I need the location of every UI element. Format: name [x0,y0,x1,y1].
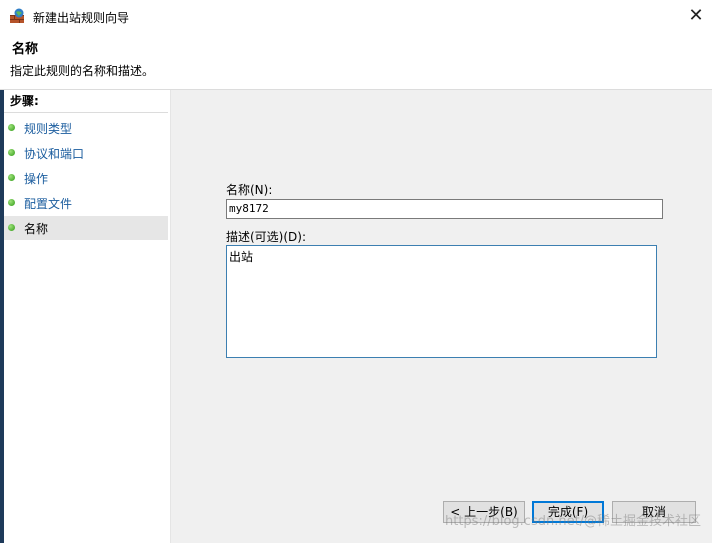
step-protocol-ports[interactable]: 协议和端口 [4,141,168,165]
steps-divider [4,112,168,113]
page-subtitle: 指定此规则的名称和描述。 [10,64,155,78]
title-bar: 新建出站规则向导 ✕ [0,0,712,32]
step-label: 协议和端口 [24,147,85,161]
description-input[interactable]: 出站 [226,245,657,358]
step-action[interactable]: 操作 [4,166,168,190]
step-rule-type[interactable]: 规则类型 [4,116,168,140]
description-label: 描述(可选)(D): [226,230,307,244]
close-icon[interactable]: ✕ [686,6,706,26]
step-status-icon [8,124,15,131]
step-status-icon [8,199,15,206]
step-status-icon [8,224,15,231]
step-profile[interactable]: 配置文件 [4,191,168,215]
page-title: 名称 [12,42,39,57]
step-status-icon [8,149,15,156]
step-name[interactable]: 名称 [4,216,168,240]
step-label: 操作 [24,172,49,186]
firewall-wizard-icon [10,8,24,23]
name-input[interactable]: my8172 [226,199,663,219]
name-label: 名称(N): [226,183,273,197]
wizard-header: 名称 指定此规则的名称和描述。 [0,32,712,90]
step-label: 配置文件 [24,197,73,211]
watermark: https://blog.csdn.net/@稀土掘金技术社区 [445,514,702,529]
step-label: 名称 [24,222,49,236]
wizard-content: 名称(N): my8172 描述(可选)(D): 出站 < 上一步(B) 完成(… [171,90,712,543]
step-status-icon [8,174,15,181]
window-title: 新建出站规则向导 [33,11,130,25]
steps-sidebar: 步骤: 规则类型 协议和端口 操作 配置文件 名称 [4,90,171,543]
steps-heading: 步骤: [10,94,39,108]
step-label: 规则类型 [24,122,73,136]
